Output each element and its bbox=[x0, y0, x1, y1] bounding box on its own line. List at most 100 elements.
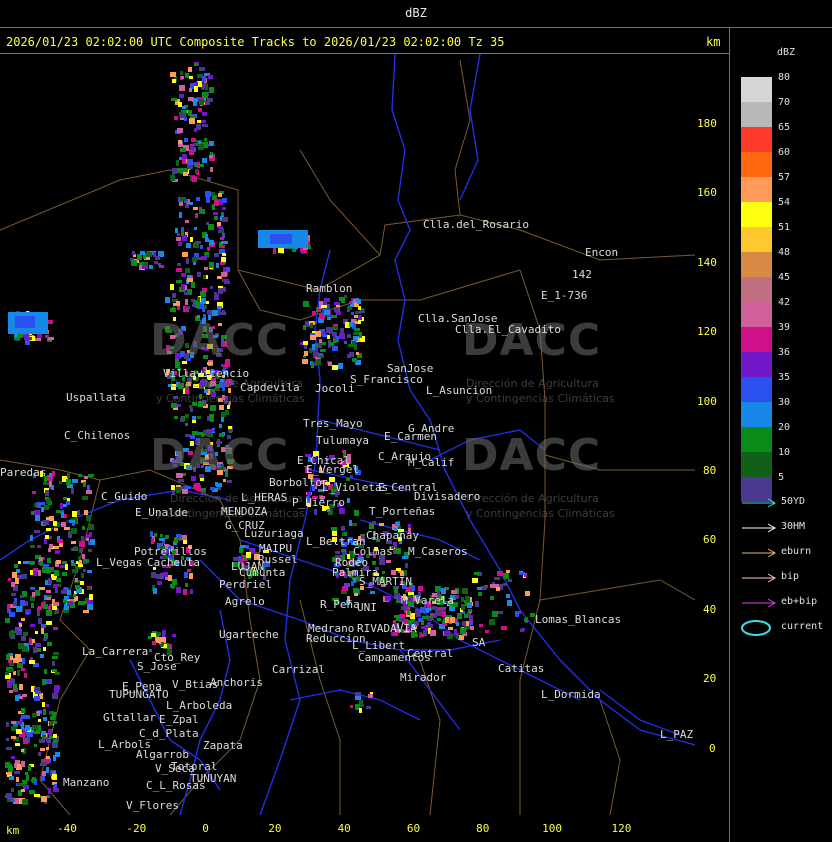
track-legend-label: bip bbox=[781, 571, 800, 582]
place-label: Mirador bbox=[400, 671, 447, 684]
top-frame-line bbox=[0, 27, 832, 28]
place-label: C_L_Rosas bbox=[146, 779, 206, 792]
y-tick-label: 100 bbox=[697, 394, 717, 408]
place-label: M_Caseros bbox=[408, 545, 468, 558]
place-label: La_Carrera bbox=[82, 645, 149, 658]
y-tick-label: 160 bbox=[697, 186, 717, 200]
watermark-line2-4: y Contingencias Climáticas bbox=[466, 507, 615, 520]
legend-level-label: 5 bbox=[778, 472, 785, 483]
x-tick-label: 40 bbox=[337, 822, 351, 835]
place-label: S_MARTIN bbox=[359, 575, 412, 588]
place-label: V_Flores bbox=[126, 799, 179, 812]
place-label: P_Hierro bbox=[292, 496, 345, 509]
y-tick-label: 0 bbox=[709, 741, 716, 755]
place-label: Ugarteche bbox=[219, 628, 279, 641]
current-cell-ellipse-icon bbox=[741, 620, 771, 636]
place-label: Tres_Mayo bbox=[303, 417, 363, 430]
track-arrow-icon bbox=[742, 498, 777, 508]
legend-color-box bbox=[741, 152, 772, 177]
y-tick-label: 40 bbox=[703, 602, 717, 616]
legend-level-label: 51 bbox=[778, 222, 791, 233]
y-tick-label: 140 bbox=[697, 255, 717, 269]
legend-level-label: 35 bbox=[778, 372, 791, 383]
place-label: UNI bbox=[357, 601, 377, 614]
track-arrow-icon bbox=[742, 523, 777, 533]
place-label: Campamentos bbox=[358, 651, 431, 664]
x-tick-label: -40 bbox=[57, 822, 77, 835]
place-label: Ramblon bbox=[306, 282, 353, 295]
track-legend-label: 30HM bbox=[781, 521, 806, 532]
place-label: Borbollon bbox=[269, 476, 329, 489]
track-legend-label: eburn bbox=[781, 546, 812, 557]
legend-level-label: 65 bbox=[778, 122, 791, 133]
place-label: Agrelo bbox=[225, 595, 265, 608]
place-label: L_Asuncion bbox=[426, 384, 493, 397]
place-label: C_Chilenos bbox=[64, 429, 131, 442]
place-label: C_Guido bbox=[101, 490, 148, 503]
window-title: dBZ bbox=[405, 6, 427, 20]
y-tick-label: 60 bbox=[703, 533, 717, 547]
place-label: E_Unalde bbox=[135, 506, 188, 519]
legend-level-label: 45 bbox=[778, 272, 791, 283]
watermark-dacc-3: DACC bbox=[150, 430, 290, 481]
place-label: Catitas bbox=[498, 662, 545, 675]
place-label: SA bbox=[472, 636, 486, 649]
place-label: Clla.El_Cavadito bbox=[455, 323, 561, 336]
legend-title: dBZ bbox=[776, 47, 796, 58]
place-label: M_Varela bbox=[401, 594, 454, 607]
legend-color-box bbox=[741, 402, 772, 427]
place-label: RIVADAVIA bbox=[357, 622, 417, 635]
place-label: Lomas_Blancas bbox=[535, 613, 622, 626]
track-legend-label: 50YD bbox=[781, 496, 806, 507]
legend-color-box bbox=[741, 377, 772, 402]
place-label: MENDOZA bbox=[221, 505, 268, 518]
legend-level-label: 39 bbox=[778, 322, 791, 333]
legend-level-label: 57 bbox=[778, 172, 791, 183]
legend-level-label: 10 bbox=[778, 447, 791, 458]
legend-level-label: 30 bbox=[778, 397, 791, 408]
x-tick-label: 20 bbox=[268, 822, 282, 835]
x-tick-label: 80 bbox=[476, 822, 490, 835]
place-label: Capdevila bbox=[240, 381, 300, 394]
legend-color-box bbox=[741, 427, 772, 452]
place-label: Divisadero bbox=[414, 490, 481, 503]
legend-level-label: 20 bbox=[778, 422, 791, 433]
legend-color-box bbox=[741, 327, 772, 352]
place-label: Zapata bbox=[203, 739, 243, 752]
place-label: R_Peña bbox=[320, 598, 360, 611]
place-label: Uspallata bbox=[66, 391, 126, 404]
legend-color-box bbox=[741, 202, 772, 227]
watermark-dacc-4: DACC bbox=[462, 430, 602, 481]
legend-color-box bbox=[741, 302, 772, 327]
place-label: Cacheuta bbox=[147, 556, 200, 569]
place-label: L_Dormida bbox=[541, 688, 601, 701]
legend-level-label: 36 bbox=[778, 347, 791, 358]
legend-level-label: 42 bbox=[778, 297, 791, 308]
legend-color-box bbox=[741, 177, 772, 202]
legend-level-label: 70 bbox=[778, 97, 791, 108]
place-label: Gltallar bbox=[103, 711, 156, 724]
place-label: M_Calif bbox=[408, 456, 455, 469]
place-label: Chapanay bbox=[366, 529, 419, 542]
place-label: S_Jose bbox=[137, 660, 177, 673]
place-label: E_1-736 bbox=[541, 289, 588, 302]
legend-level-label: 54 bbox=[778, 197, 791, 208]
place-label: Anchoris bbox=[210, 676, 263, 689]
y-tick-label: 120 bbox=[697, 325, 717, 339]
place-label: E_Zpal bbox=[159, 713, 199, 726]
place-label: E_Vergel bbox=[306, 463, 359, 476]
track-arrow-icon bbox=[742, 548, 777, 558]
y-tick-label: 20 bbox=[703, 672, 717, 686]
x-tick-label: 100 bbox=[542, 822, 563, 835]
place-label: L_HERAS bbox=[241, 491, 288, 504]
legend-level-label: 48 bbox=[778, 247, 791, 258]
place-label: L_Arboleda bbox=[166, 699, 233, 712]
legend-color-box bbox=[741, 127, 772, 152]
legend-color-box bbox=[741, 277, 772, 302]
legend-level-label: 80 bbox=[778, 72, 791, 83]
place-label: Jocoli bbox=[315, 382, 355, 395]
place-label: L_PAZ bbox=[660, 728, 694, 741]
legend-color-box bbox=[741, 252, 772, 277]
legend-color-box bbox=[741, 77, 772, 102]
place-label: Perdriel bbox=[219, 578, 272, 591]
